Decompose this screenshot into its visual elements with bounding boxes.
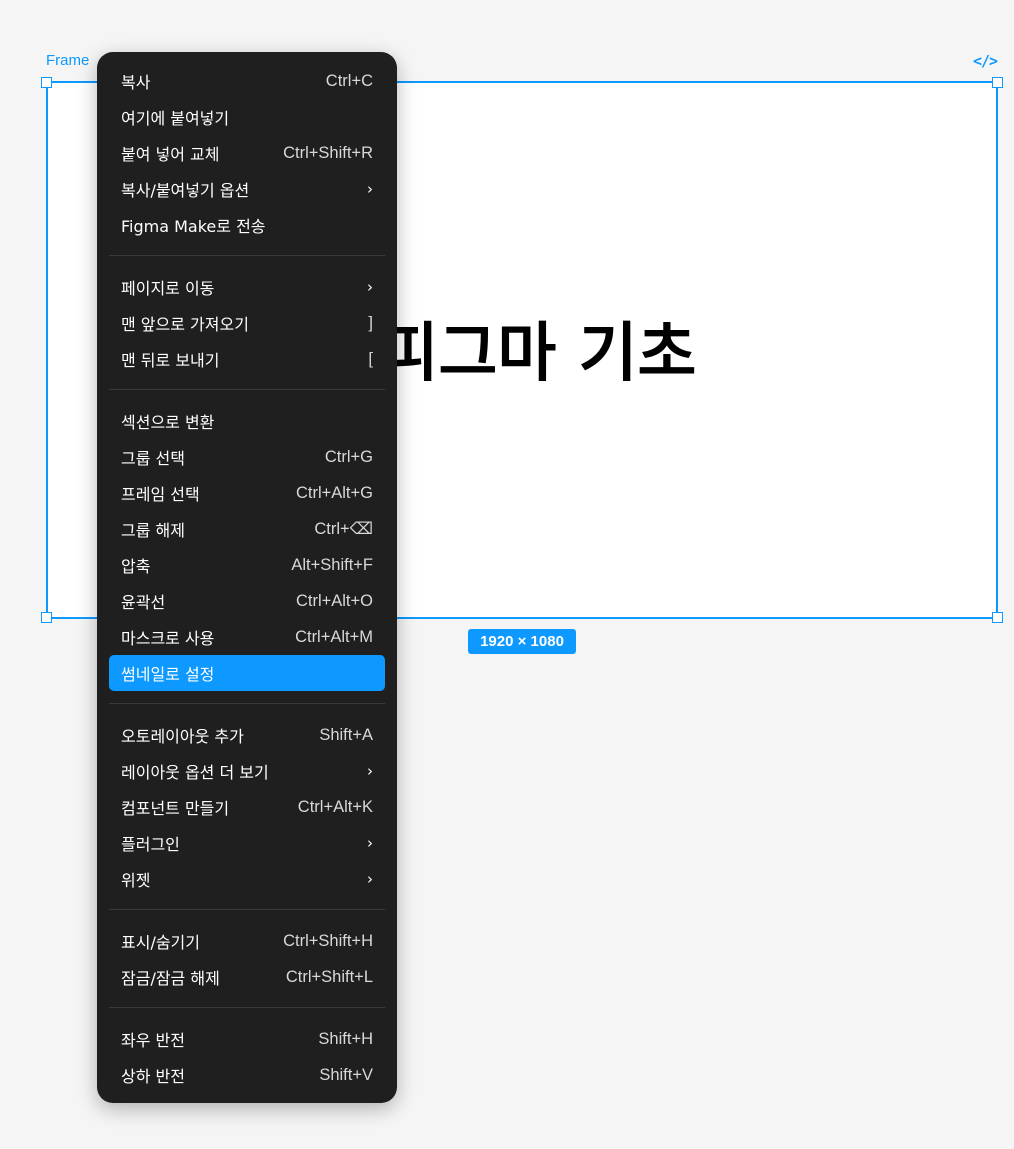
menu-item[interactable]: 복사 Ctrl+C	[109, 63, 385, 99]
menu-item-label: 복사	[121, 73, 151, 92]
chevron-right-icon: ›	[367, 180, 373, 198]
menu-item-shortcut: Shift+A	[319, 725, 373, 744]
menu-item[interactable]: 여기에 붙여넣기	[109, 99, 385, 135]
menu-item[interactable]: 잠금/잠금 해제 Ctrl+Shift+L	[109, 959, 385, 995]
menu-item-label: 압축	[121, 557, 151, 576]
menu-item-shortcut: Ctrl+⌫	[314, 520, 373, 538]
menu-item[interactable]: 상하 반전 Shift+V	[109, 1057, 385, 1093]
menu-item-label: 맨 뒤로 보내기	[121, 351, 220, 370]
menu-item[interactable]: 플러그인 ›	[109, 825, 385, 861]
menu-item-label: 프레임 선택	[121, 485, 200, 504]
menu-item[interactable]: Figma Make로 전송	[109, 207, 385, 243]
menu-item-label: 위젯	[121, 871, 151, 890]
resize-handle-top-right[interactable]	[992, 77, 1003, 88]
menu-item-label: 여기에 붙여넣기	[121, 109, 230, 128]
menu-item[interactable]: 오토레이아웃 추가 Shift+A	[109, 717, 385, 753]
menu-item[interactable]: 윤곽선 Ctrl+Alt+O	[109, 583, 385, 619]
menu-item-label: 붙여 넣어 교체	[121, 145, 220, 164]
menu-item-shortcut: Ctrl+Alt+G	[295, 483, 373, 502]
menu-item[interactable]: 맨 앞으로 가져오기]	[109, 305, 385, 341]
menu-item-label: 그룹 선택	[121, 449, 185, 468]
menu-separator	[109, 1007, 385, 1008]
resize-handle-bottom-right[interactable]	[992, 612, 1003, 623]
menu-item-label: 상하 반전	[121, 1067, 185, 1086]
menu-item-label: 레이아웃 옵션 더 보기	[121, 763, 269, 782]
menu-item[interactable]: 페이지로 이동 ›	[109, 269, 385, 305]
menu-item[interactable]: 썸네일로 설정	[109, 655, 385, 691]
menu-item[interactable]: 섹션으로 변환	[109, 403, 385, 439]
menu-item[interactable]: 그룹 선택 Ctrl+G	[109, 439, 385, 475]
code-icon[interactable]: </>	[973, 52, 998, 70]
menu-item-shortcut: Ctrl+Alt+O	[295, 591, 373, 610]
menu-item-shortcut: Shift+H	[318, 1029, 373, 1048]
chevron-right-icon: ›	[367, 834, 373, 852]
menu-item-label: 플러그인	[121, 835, 180, 854]
menu-item[interactable]: 컴포넌트 만들기 Ctrl+Alt+K	[109, 789, 385, 825]
menu-item[interactable]: 표시/숨기기 Ctrl+Shift+H	[109, 923, 385, 959]
menu-item-label: 복사/붙여넣기 옵션	[121, 181, 250, 200]
resize-handle-bottom-left[interactable]	[41, 612, 52, 623]
menu-item[interactable]: 위젯 ›	[109, 861, 385, 897]
chevron-right-icon: ›	[367, 278, 373, 296]
menu-item[interactable]: 복사/붙여넣기 옵션 ›	[109, 171, 385, 207]
menu-item[interactable]: 좌우 반전 Shift+H	[109, 1021, 385, 1057]
resize-handle-top-left[interactable]	[41, 77, 52, 88]
menu-item-shortcut: [	[368, 349, 373, 368]
menu-item-shortcut: Ctrl+G	[324, 447, 373, 466]
menu-item-shortcut: Ctrl+Alt+K	[297, 797, 373, 816]
menu-item-label: 썸네일로 설정	[121, 665, 215, 684]
menu-separator	[109, 703, 385, 704]
frame-label[interactable]: Frame	[46, 52, 89, 69]
menu-item-shortcut: Ctrl+Alt+M	[295, 627, 373, 646]
menu-item[interactable]: 붙여 넣어 교체 Ctrl+Shift+R	[109, 135, 385, 171]
menu-item-shortcut: Ctrl+C	[325, 71, 373, 90]
menu-item[interactable]: 레이아웃 옵션 더 보기 ›	[109, 753, 385, 789]
menu-separator	[109, 389, 385, 390]
menu-item-label: 잠금/잠금 해제	[121, 969, 220, 988]
menu-item[interactable]: 압축 Alt+Shift+F	[109, 547, 385, 583]
menu-item-shortcut: Alt+Shift+F	[291, 555, 373, 574]
menu-item-label: 컴포넌트 만들기	[121, 799, 230, 818]
chevron-right-icon: ›	[367, 762, 373, 780]
menu-item-label: 좌우 반전	[121, 1031, 185, 1050]
size-badge: 1920 × 1080	[468, 629, 576, 654]
menu-item-label: 오토레이아웃 추가	[121, 727, 244, 746]
menu-item-shortcut: Ctrl+Shift+L	[285, 967, 373, 986]
menu-item-shortcut: ]	[368, 313, 373, 332]
menu-separator	[109, 255, 385, 256]
chevron-right-icon: ›	[367, 870, 373, 888]
menu-item-label: 섹션으로 변환	[121, 413, 215, 432]
menu-item-label: 마스크로 사용	[121, 629, 215, 648]
menu-item[interactable]: 그룹 해제 Ctrl+⌫	[109, 511, 385, 547]
menu-item-label: 윤곽선	[121, 593, 166, 612]
menu-item-label: 페이지로 이동	[121, 279, 215, 298]
menu-item[interactable]: 맨 뒤로 보내기 [	[109, 341, 385, 377]
menu-item-label: 표시/숨기기	[121, 933, 200, 952]
menu-item-shortcut: Shift+V	[319, 1065, 373, 1084]
menu-separator	[109, 909, 385, 910]
context-menu: 복사 Ctrl+C 여기에 붙여넣기붙여 넣어 교체 Ctrl+Shift+R 복사/붙…	[97, 52, 397, 1103]
menu-item-label: 그룹 해제	[121, 521, 185, 540]
menu-item-shortcut: Ctrl+Shift+R	[283, 143, 373, 162]
menu-item[interactable]: 프레임 선택 Ctrl+Alt+G	[109, 475, 385, 511]
menu-item-label: Figma Make로 전송	[121, 217, 266, 236]
menu-item[interactable]: 마스크로 사용 Ctrl+Alt+M	[109, 619, 385, 655]
menu-item-shortcut: Ctrl+Shift+H	[283, 931, 373, 950]
menu-item-label: 맨 앞으로 가져오기	[121, 315, 249, 334]
